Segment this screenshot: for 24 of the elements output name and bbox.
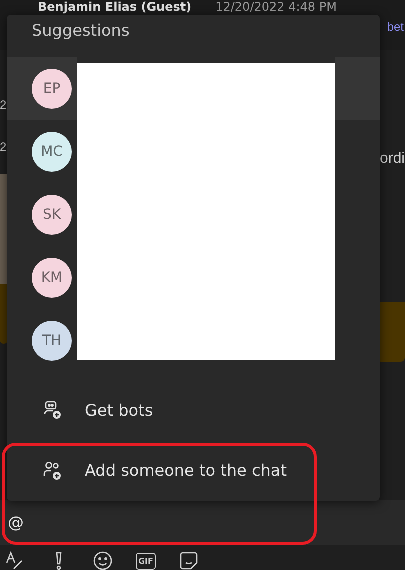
bot-add-icon (43, 400, 63, 420)
menu-item[interactable]: Add someone to the chat (7, 440, 380, 501)
person-add-icon (43, 460, 63, 481)
menu-item[interactable]: Get bots (7, 380, 380, 440)
message-time: 12/20/2022 4:48 PM (216, 0, 337, 14)
message-input-field[interactable]: @ (0, 500, 405, 545)
suggestion-item[interactable]: EP (7, 57, 77, 120)
avatar-initials: TH (32, 320, 72, 361)
avatar-initials: MC (32, 132, 72, 172)
emoji-icon[interactable] (92, 549, 114, 570)
message-text: 2 (0, 98, 7, 112)
suggestion-item[interactable]: KM (7, 246, 77, 310)
sender-name: Benjamin Elias (Guest) (38, 0, 192, 14)
avatar-initials: KM (32, 258, 72, 298)
message-text: ordi (380, 150, 405, 167)
suggestion-item[interactable]: MC (7, 120, 77, 184)
link-text[interactable]: bet (387, 20, 404, 34)
suggestion-item[interactable]: TH (7, 309, 77, 372)
suggestion-item[interactable]: SK (7, 183, 77, 246)
avatar-initials: EP (32, 68, 72, 109)
gif-button[interactable]: GIF (136, 553, 156, 570)
popup-title: Suggestions (31, 20, 131, 42)
message-text: 2 (0, 140, 7, 154)
avatar-initials: SK (32, 194, 72, 235)
